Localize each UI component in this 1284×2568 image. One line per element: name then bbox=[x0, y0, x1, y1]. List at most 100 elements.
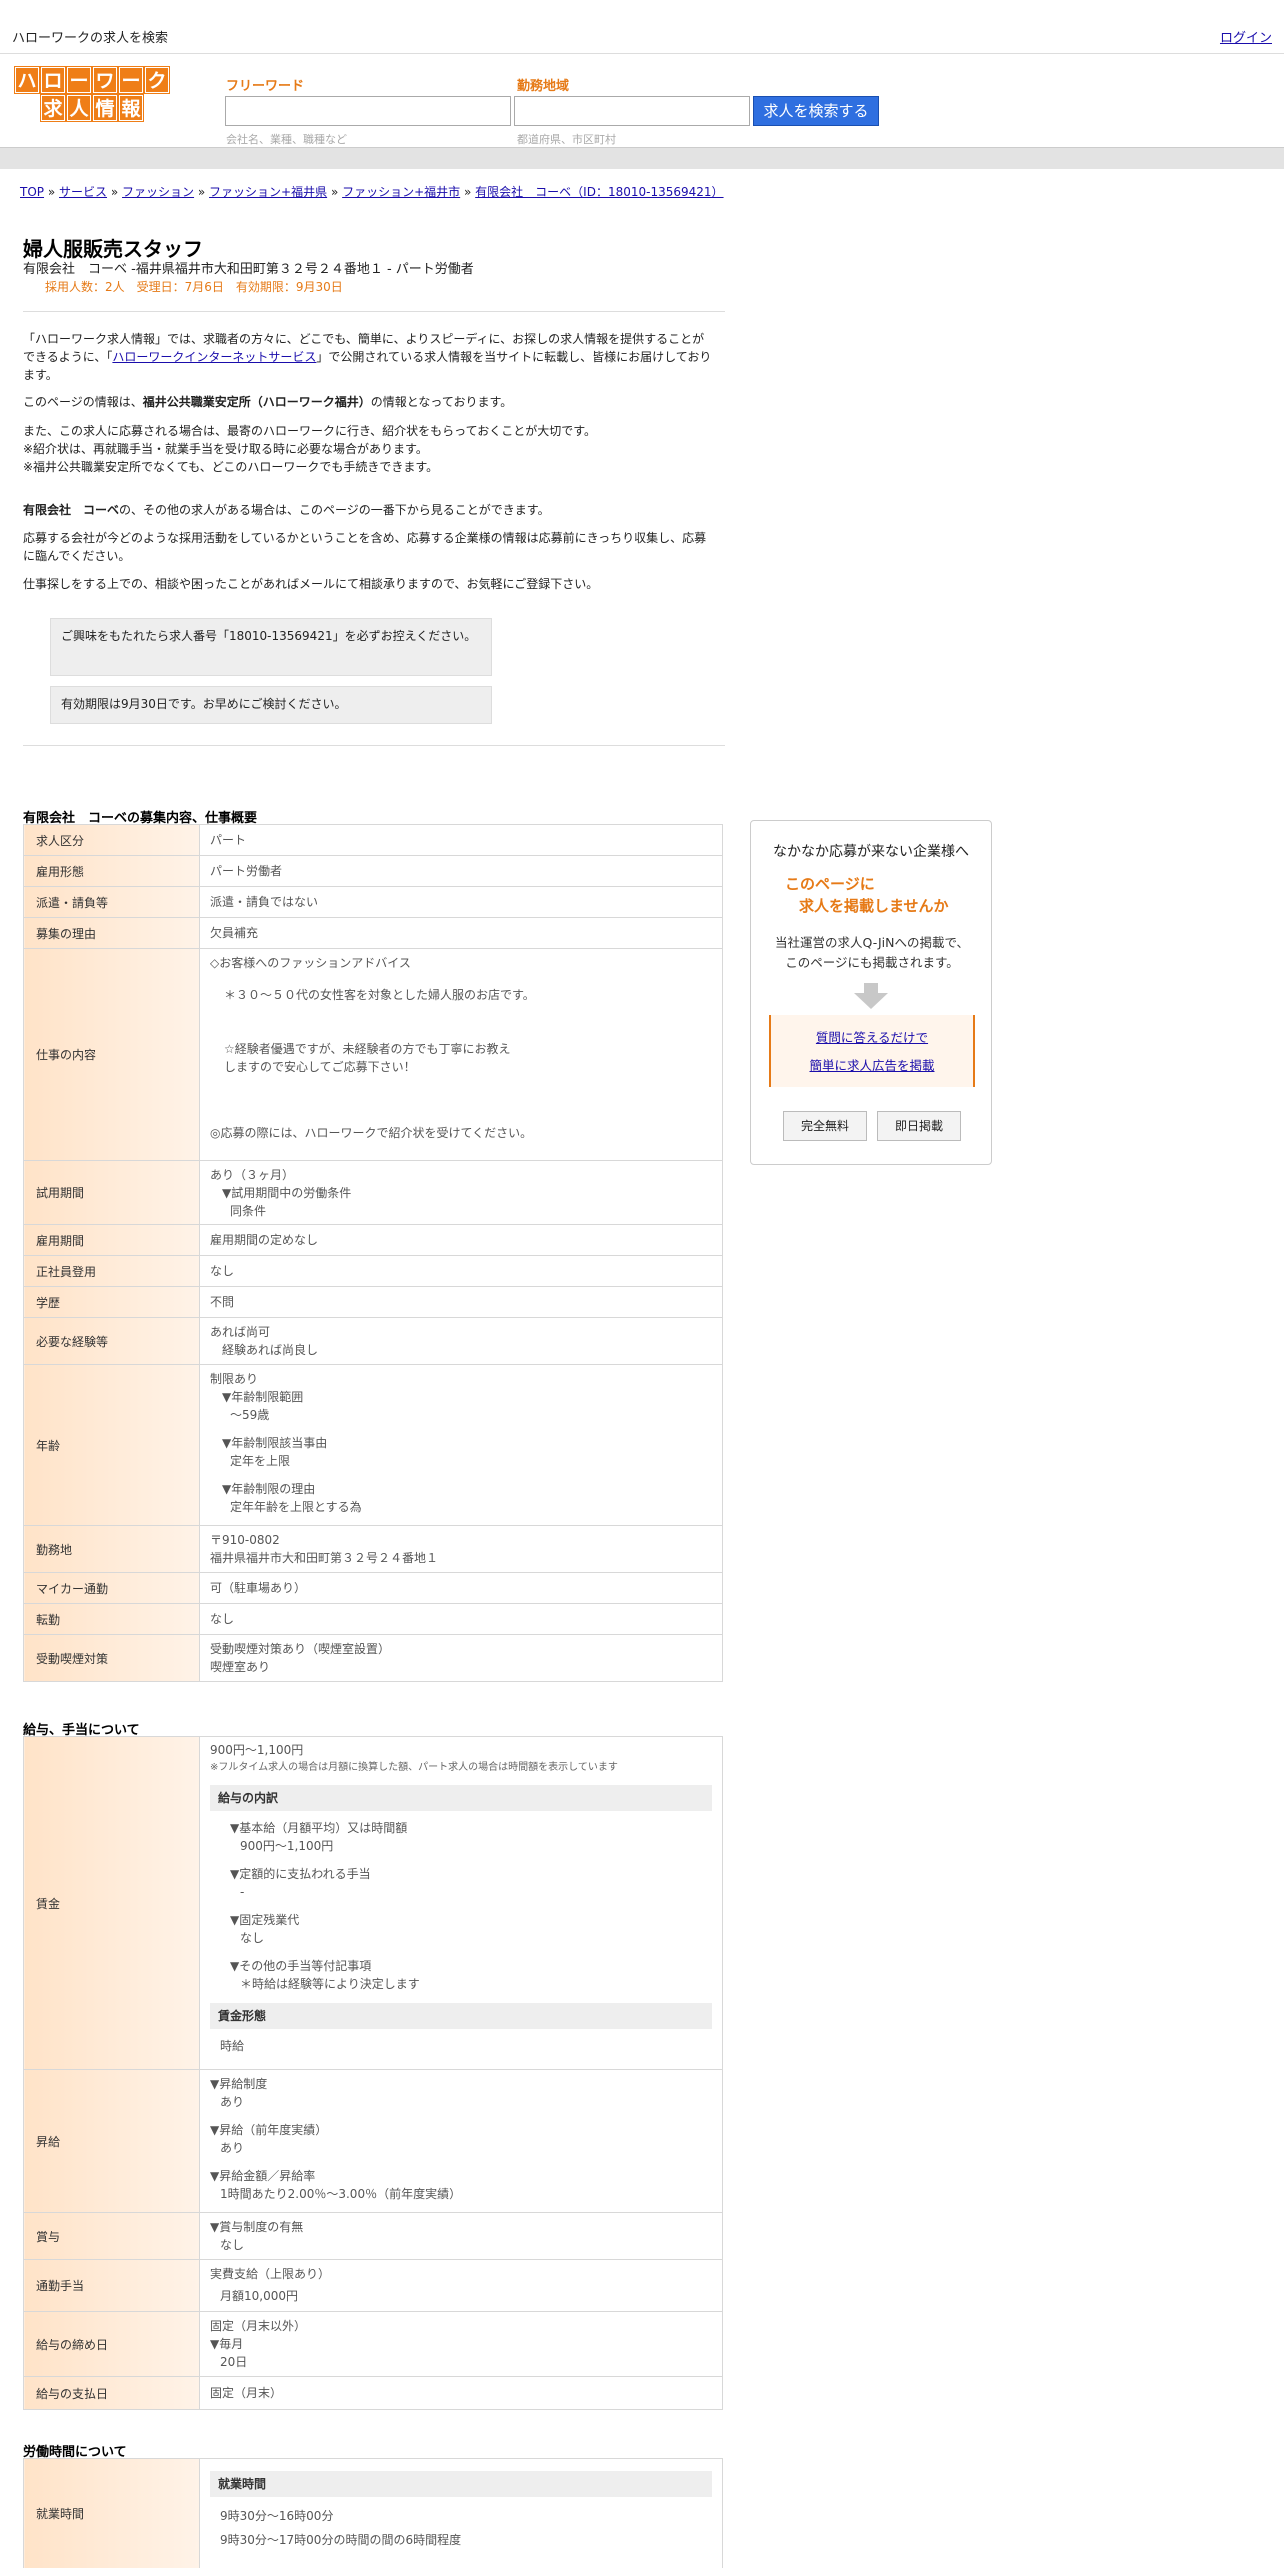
freeword-input[interactable] bbox=[225, 96, 511, 126]
row-value: あり（３ヶ月） ▼試用期間中の労働条件 同条件 bbox=[199, 1160, 723, 1225]
row-value: なし bbox=[199, 1603, 723, 1635]
row-value: パート bbox=[199, 824, 723, 856]
logo-char: ロ bbox=[41, 67, 65, 93]
hellowork-logo[interactable]: ハ ロ ー ワ ー ク 求 人 情 報 bbox=[4, 67, 180, 123]
breadcrumb-top[interactable]: TOP bbox=[20, 185, 44, 199]
row-label: 賞与 bbox=[23, 2212, 200, 2260]
arrow-down-icon bbox=[854, 983, 888, 1009]
other-jobs-text: の、その他の求人がある場合は、このページの一番下から見ることができます。 bbox=[119, 503, 550, 517]
top-bar: ハローワークの求人を検索 ログイン bbox=[0, 0, 1284, 54]
value-line: 固定（月末以外） bbox=[210, 2319, 307, 2333]
row-value: パート労働者 bbox=[199, 855, 723, 887]
breadcrumb-fashion[interactable]: ファッション bbox=[122, 185, 194, 199]
value-line: 実費支給（上限あり） bbox=[210, 2267, 331, 2281]
login-link[interactable]: ログイン bbox=[1220, 27, 1272, 46]
job-number-notice: ご興味をもたれたら求人番号「18010-13569421」を必ずお控えください。 bbox=[50, 618, 492, 676]
table-row: 年齢 制限あり ▼年齢制限範囲 〜59歳 ▼年齢制限該当事由 定年を上限 ▼年齢… bbox=[23, 1364, 723, 1526]
promo-link-answer-questions[interactable]: 質問に答えるだけで bbox=[771, 1027, 973, 1046]
wage-form-heading: 賃金形態 bbox=[210, 2003, 712, 2029]
value-line: ▼昇給（前年度実績） bbox=[210, 2123, 328, 2137]
table-row: 正社員登用 なし bbox=[23, 1255, 723, 1287]
hellowork-internet-service-link[interactable]: ハローワークインターネットサービス bbox=[112, 350, 316, 364]
row-value: ▼賞与制度の有無 なし bbox=[199, 2212, 723, 2260]
row-value: ◇お客様へのファッションアドバイス ＊３０～５０代の女性客を対象とした婦人服のお… bbox=[199, 948, 723, 1161]
logo-char: 求 bbox=[41, 95, 65, 121]
table-row: 昇給 ▼昇給制度 あり ▼昇給（前年度実績） あり ▼昇給金額／昇給率 1時間あ… bbox=[23, 2069, 723, 2213]
salary-table: 賃金 900円〜1,100円 ※フルタイム求人の場合は月額に換算した額、パート求… bbox=[23, 1736, 723, 2410]
value-line: あれば尚可 bbox=[210, 1325, 271, 1339]
value-line: ▼毎月 bbox=[210, 2337, 244, 2351]
wage-form-value: 時給 bbox=[220, 2039, 245, 2053]
area-input[interactable] bbox=[514, 96, 750, 126]
promo-catch-line: このページに bbox=[785, 875, 875, 893]
row-label: 転勤 bbox=[23, 1603, 200, 1635]
divider bbox=[23, 745, 725, 746]
table-row: 仕事の内容 ◇お客様へのファッションアドバイス ＊３０～５０代の女性客を対象とし… bbox=[23, 948, 723, 1161]
value-line: ▼昇給制度 bbox=[210, 2077, 268, 2091]
table-row: 受動喫煙対策 受動喫煙対策あり（喫煙室設置） 喫煙室あり bbox=[23, 1634, 723, 1682]
breadcrumb-service[interactable]: サービス bbox=[59, 185, 107, 199]
row-label: 仕事の内容 bbox=[23, 948, 200, 1161]
row-value: 派遣・請負ではない bbox=[199, 886, 723, 918]
row-label: 必要な経験等 bbox=[23, 1317, 200, 1365]
promo-link-post-ad[interactable]: 簡単に求人広告を掲載 bbox=[771, 1055, 973, 1074]
breadcrumb-fashion-fukui-pref[interactable]: ファッション+福井県 bbox=[209, 185, 327, 199]
row-value: 受動喫煙対策あり（喫煙室設置） 喫煙室あり bbox=[199, 1634, 723, 1682]
row-value: 欠員補充 bbox=[199, 917, 723, 949]
row-value: 900円〜1,100円 ※フルタイム求人の場合は月額に換算した額、パート求人の場… bbox=[199, 1736, 723, 2070]
row-value: 固定（月末） bbox=[199, 2376, 723, 2410]
row-value: 雇用期間の定めなし bbox=[199, 1224, 723, 1256]
job-desc-line: ☆経験者優遇ですが、未経験者の方でも丁寧にお教え bbox=[224, 1042, 511, 1056]
value-line: ▼その他の手当等付記事項 bbox=[230, 1959, 372, 1973]
job-subtitle: 有限会社 コーベ -福井県福井市大和田町第３２号２４番地１ - パート労働者 bbox=[23, 262, 474, 277]
value-line: 1時間あたり2.00％〜3.00％（前年度実績） bbox=[220, 2187, 462, 2201]
value-line: ▼固定残業代 bbox=[230, 1913, 300, 1927]
row-label: 雇用形態 bbox=[23, 855, 200, 887]
row-value: 可（駐車場あり） bbox=[199, 1572, 723, 1604]
site-title: ハローワークの求人を検索 bbox=[12, 31, 169, 46]
breadcrumb-company[interactable]: 有限会社 コーベ（ID：18010-13569421） bbox=[475, 185, 723, 199]
postal-code: 〒910-0802 bbox=[210, 1533, 280, 1547]
table-row: 賃金 900円〜1,100円 ※フルタイム求人の場合は月額に換算した額、パート求… bbox=[23, 1736, 723, 2070]
breadcrumb-sep: » bbox=[110, 185, 119, 199]
row-label: 募集の理由 bbox=[23, 917, 200, 949]
header: ハ ロ ー ワ ー ク 求 人 情 報 フリーワード 会社名、業種、職種など 勤… bbox=[0, 55, 1284, 147]
same-day-badge-button[interactable]: 即日掲載 bbox=[877, 1111, 961, 1141]
source-office: 福井公共職業安定所（ハローワーク福井） bbox=[142, 395, 371, 409]
breadcrumb: TOP » サービス » ファッション » ファッション+福井県 » ファッショ… bbox=[20, 183, 724, 200]
value-line: 9時30分〜16時00分 bbox=[220, 2509, 334, 2523]
value-line: 定年を上限 bbox=[230, 1454, 291, 1468]
value-line: ▼年齢制限該当事由 bbox=[222, 1436, 328, 1450]
row-label: 正社員登用 bbox=[23, 1255, 200, 1287]
value-line: 受動喫煙対策あり（喫煙室設置） bbox=[210, 1642, 391, 1656]
table-row: 雇用形態 パート労働者 bbox=[23, 855, 723, 887]
value-line: ＊時給は経験等により決定します bbox=[240, 1977, 420, 1991]
table-row: 必要な経験等 あれば尚可 経験あれば尚良し bbox=[23, 1317, 723, 1365]
table-row: 就業時間 就業時間 9時30分〜16時00分 9時30分〜17時00分の時間の間… bbox=[23, 2458, 723, 2568]
job-desc-line: ＊３０～５０代の女性客を対象とした婦人服のお店です。 bbox=[224, 988, 535, 1002]
value-line: ▼昇給金額／昇給率 bbox=[210, 2169, 316, 2183]
working-hours-table: 就業時間 就業時間 9時30分〜16時00分 9時30分〜17時00分の時間の間… bbox=[23, 2458, 723, 2568]
table-row: 学歴 不問 bbox=[23, 1286, 723, 1318]
row-value: あれば尚可 経験あれば尚良し bbox=[199, 1317, 723, 1365]
value-line: ▼試用期間中の労働条件 bbox=[222, 1186, 352, 1200]
value-line: 同条件 bbox=[230, 1204, 267, 1218]
value-line: 900円〜1,100円 bbox=[240, 1839, 334, 1853]
logo-char: ワ bbox=[93, 67, 117, 93]
row-label: 雇用期間 bbox=[23, 1224, 200, 1256]
promo-catch-line: 求人を掲載しませんか bbox=[799, 897, 949, 915]
row-label: 年齢 bbox=[23, 1364, 200, 1526]
search-button[interactable]: 求人を検索する bbox=[753, 96, 879, 126]
table-row: 給与の支払日 固定（月末） bbox=[23, 2376, 723, 2410]
row-label: 給与の支払日 bbox=[23, 2376, 200, 2410]
apply-note: また、この求人に応募される場合は、最寄のハローワークに行き、紹介状をもらっておく… bbox=[23, 424, 597, 438]
advice-paragraph: 応募する会社が今どのような採用活動をしているかということを含め、応募する企業様の… bbox=[23, 531, 707, 563]
apply-note: ※紹介状は、再就職手当・就業手当を受け取る時に必要な場合があります。 bbox=[23, 442, 428, 456]
breadcrumb-fashion-fukui-city[interactable]: ファッション+福井市 bbox=[342, 185, 460, 199]
table-row: 試用期間 あり（３ヶ月） ▼試用期間中の労働条件 同条件 bbox=[23, 1160, 723, 1225]
row-value: 就業時間 9時30分〜16時00分 9時30分〜17時00分の時間の間の6時間程… bbox=[199, 2458, 723, 2568]
value-line: 経験あれば尚良し bbox=[222, 1343, 319, 1357]
free-badge-button[interactable]: 完全無料 bbox=[783, 1111, 867, 1141]
table-row: 派遣・請負等 派遣・請負ではない bbox=[23, 886, 723, 918]
value-line: あり bbox=[220, 2141, 245, 2155]
